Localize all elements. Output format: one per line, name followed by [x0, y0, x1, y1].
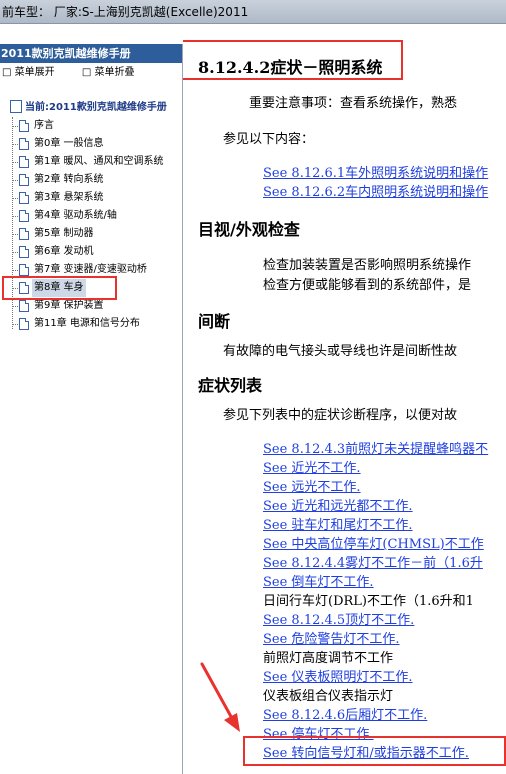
page-icon — [19, 120, 29, 132]
page-icon — [19, 174, 29, 186]
symptom-text: 前照灯高度调节不工作 — [263, 651, 394, 666]
toc-item-label: 第2章 转向系统 — [34, 174, 104, 185]
page-icon — [19, 264, 29, 276]
intermittent-text: 有故障的电气接头或导线也许是间断性故 — [223, 344, 458, 359]
page-icon — [19, 246, 29, 258]
toc-item[interactable]: 第2章 转向系统 — [0, 171, 182, 189]
toc-item[interactable]: 第4章 驱动系统/轴 — [0, 207, 182, 225]
visual-inspection-heading: 目视/外观检查 — [198, 220, 300, 239]
intermittent-heading: 间断 — [198, 312, 231, 331]
symptom-link[interactable]: See 倒车灯不工作. — [263, 571, 374, 590]
toc-item[interactable]: 第8章 车身 — [0, 279, 182, 297]
visual-inspection-line-1: 检查加装装置是否影响照明系统操作 — [263, 258, 472, 273]
page-icon — [19, 192, 29, 204]
window-title: 前车型： 厂家:S-上海别克凯越(Excelle)2011 — [2, 5, 249, 19]
symptom-text: 日间行车灯(DRL)不工作（1.6升和1 — [263, 594, 474, 609]
toc-root[interactable]: 当前:2011款别克凯越维修手册 — [0, 99, 182, 117]
toc-item-label: 第0章 一般信息 — [34, 138, 104, 149]
toc-item-label: 第4章 驱动系统/轴 — [34, 210, 117, 221]
content-pane: 8.12.4.2症状－照明系统 重要注意事项：查看系统操作，熟悉 参见以下内容：… — [183, 24, 506, 774]
symptom-link[interactable]: See 8.12.4.5顶灯不工作. — [263, 609, 414, 628]
symptom-link[interactable]: See 近光和远光都不工作. — [263, 495, 413, 514]
toc-item-label: 第6章 发动机 — [34, 246, 94, 257]
page-icon — [19, 228, 29, 240]
symptom-link[interactable]: See 8.12.4.4雾灯不工作－前（1.6升 — [263, 552, 483, 571]
symptom-link[interactable]: See 8.12.4.6后厢灯不工作. — [263, 704, 427, 723]
toc-item[interactable]: 第6章 发动机 — [0, 243, 182, 261]
toc-item-label: 第8章 车身 — [32, 279, 86, 297]
sidebar: 2011款别克凯越维修手册 □ 菜单展开 □ 菜单折叠 当前:2011款别克凯越… — [0, 44, 183, 774]
toc-item-label: 第5章 制动器 — [34, 228, 94, 239]
visual-inspection-line-2: 检查方便或能够看到的系统部件，是 — [263, 278, 472, 293]
important-note: 重要注意事项：查看系统操作，熟悉 — [249, 96, 458, 111]
page-icon — [19, 318, 29, 330]
symptom-link[interactable]: See 驻车灯和尾灯不工作. — [263, 514, 413, 533]
toc-tree: 当前:2011款别克凯越维修手册 序言第0章 一般信息第1章 暖风、通风和空调系… — [0, 99, 182, 333]
toc-item-label: 第9章 保护装置 — [34, 300, 104, 311]
collapse-menu-button[interactable]: □ 菜单折叠 — [82, 67, 147, 78]
page-icon — [19, 300, 29, 312]
symptom-text: 仪表板组合仪表指示灯 — [263, 689, 394, 704]
toc-item-label: 第3章 悬架系统 — [34, 192, 104, 203]
symptom-link[interactable]: See 近光不工作. — [263, 457, 361, 476]
expand-menu-label: 菜单展开 — [14, 67, 55, 78]
toc-item-label: 第1章 暖风、通风和空调系统 — [34, 156, 164, 167]
sidebar-toolbar: □ 菜单展开 □ 菜单折叠 — [0, 63, 182, 83]
symptom-list-heading: 症状列表 — [198, 376, 263, 395]
link-interior-lighting[interactable]: See 8.12.6.2车内照明系统说明和操作 — [263, 181, 488, 200]
expand-menu-button[interactable]: □ 菜单展开 — [2, 67, 67, 78]
toc-item[interactable]: 序言 — [0, 117, 182, 135]
toc-item[interactable]: 第7章 变速器/变速驱动桥 — [0, 261, 182, 279]
symptom-link[interactable]: See 转向信号灯和/或指示器不工作. — [263, 742, 469, 761]
collapse-menu-label: 菜单折叠 — [94, 67, 135, 78]
sidebar-header: 2011款别克凯越维修手册 — [0, 44, 182, 63]
toc-item-label: 第7章 变速器/变速驱动桥 — [34, 264, 147, 275]
symptom-link[interactable]: See 危险警告灯不工作. — [263, 628, 400, 647]
symptom-link[interactable]: See 仪表板照明灯不工作. — [263, 666, 413, 685]
symptom-link[interactable]: See 8.12.4.3前照灯未关提醒蜂鸣器不 — [263, 438, 488, 457]
page-icon — [19, 210, 29, 222]
symptom-link[interactable]: See 中央高位停车灯(CHMSL)不工作 — [263, 533, 484, 552]
toc-item[interactable]: 第5章 制动器 — [0, 225, 182, 243]
book-icon — [10, 99, 22, 113]
page-icon — [19, 156, 29, 168]
symptom-link[interactable]: See 远光不工作. — [263, 476, 361, 495]
toc-item[interactable]: 第9章 保护装置 — [0, 297, 182, 315]
page-icon — [19, 282, 29, 294]
toc-item[interactable]: 第11章 电源和信号分布 — [0, 315, 182, 333]
toc-item-label: 第11章 电源和信号分布 — [34, 318, 140, 329]
toc-item[interactable]: 第0章 一般信息 — [0, 135, 182, 153]
toc-root-label: 当前:2011款别克凯越维修手册 — [25, 102, 167, 113]
toc-item-label: 序言 — [34, 120, 54, 131]
page-icon — [19, 138, 29, 150]
toc-item[interactable]: 第3章 悬架系统 — [0, 189, 182, 207]
window-title-bar: 前车型： 厂家:S-上海别克凯越(Excelle)2011 — [0, 0, 506, 24]
toc-item[interactable]: 第1章 暖风、通风和空调系统 — [0, 153, 182, 171]
symptom-link[interactable]: See 停车灯不工作. — [263, 723, 374, 742]
see-following-text: 参见以下内容： — [223, 132, 315, 147]
symptom-list-intro: 参见下列表中的症状诊断程序，以便对故 — [223, 408, 458, 423]
page-title: 8.12.4.2症状－照明系统 — [198, 58, 383, 77]
link-exterior-lighting[interactable]: See 8.12.6.1车外照明系统说明和操作 — [263, 162, 488, 181]
